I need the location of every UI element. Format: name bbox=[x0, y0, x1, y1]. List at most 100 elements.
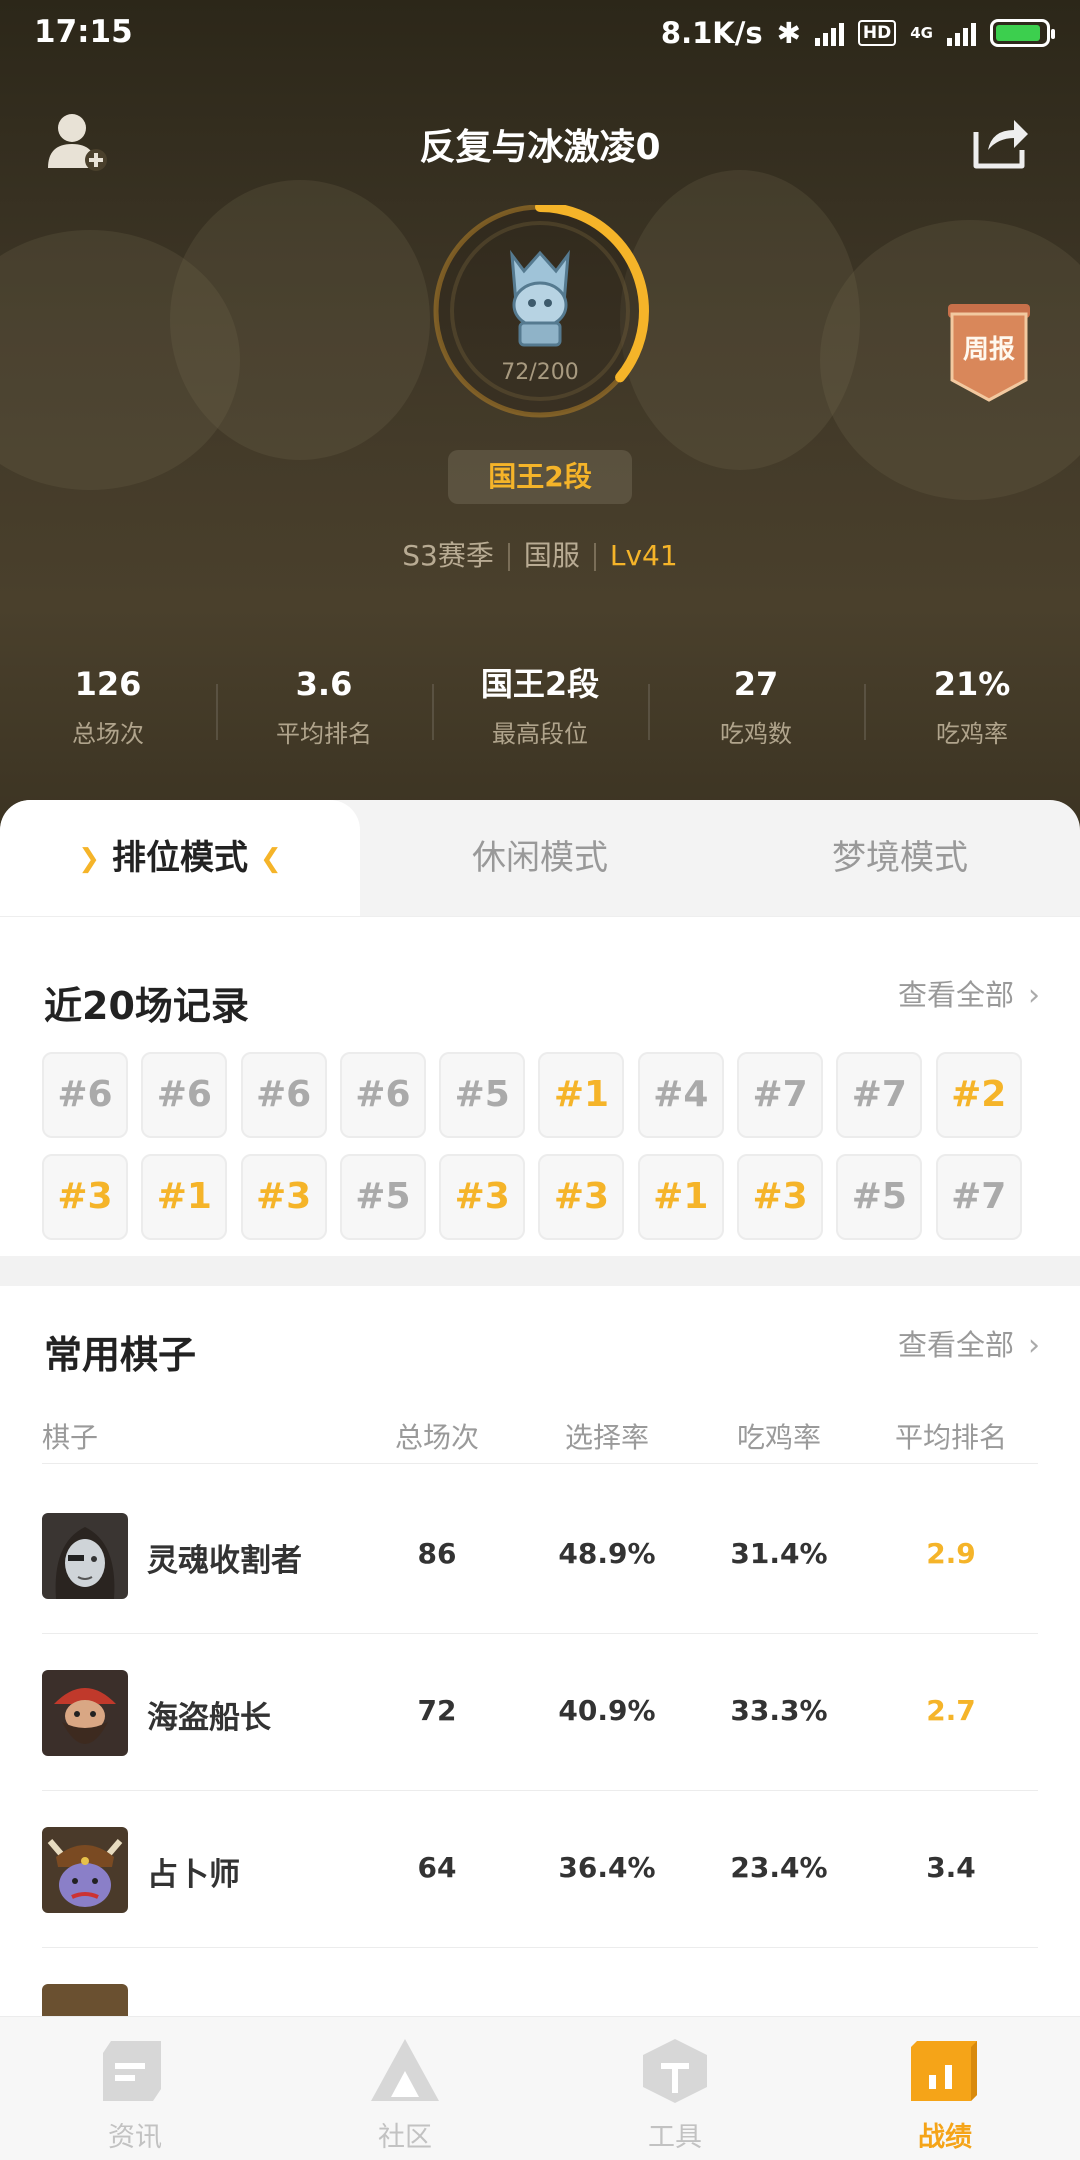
chevron-right-icon: › bbox=[1028, 1328, 1040, 1363]
hd-icon: HD bbox=[857, 20, 897, 46]
col-avg-rank: 平均排名 bbox=[894, 1421, 1007, 1454]
piece-avg-rank: 3.4 bbox=[926, 1851, 976, 1884]
piece-games: 64 bbox=[417, 1851, 457, 1884]
background-artwork bbox=[170, 180, 430, 460]
status-time: 17:15 bbox=[34, 14, 133, 50]
match-result[interactable]: #7 bbox=[935, 1154, 1022, 1240]
col-games: 总场次 bbox=[394, 1421, 479, 1454]
match-result[interactable]: #7 bbox=[836, 1052, 923, 1138]
network-speed: 8.1K/s bbox=[660, 16, 763, 50]
piece-win-rate: 33.3% bbox=[730, 1694, 828, 1727]
nav-item-community[interactable]: 社区 bbox=[270, 2017, 540, 2160]
piece-pick-rate: 36.4% bbox=[558, 1851, 656, 1884]
match-result[interactable]: #1 bbox=[637, 1154, 724, 1240]
piece-games: 72 bbox=[417, 1694, 457, 1727]
news-icon bbox=[103, 2041, 161, 2101]
stat-highest-tier: 国王2段 最高段位 bbox=[432, 662, 648, 762]
tab-dream[interactable]: 梦境模式 bbox=[720, 800, 1080, 916]
rank-progress-ring bbox=[431, 205, 649, 420]
piece-name: 灵魂收割者 bbox=[147, 1543, 302, 1579]
divider bbox=[507, 543, 510, 571]
match-result[interactable]: #7 bbox=[737, 1052, 824, 1138]
piece-avg-rank: 2.9 bbox=[926, 1537, 976, 1570]
signal-icon bbox=[814, 20, 844, 46]
tools-icon bbox=[643, 2039, 707, 2103]
share-icon[interactable] bbox=[970, 110, 1032, 172]
tab-ranked[interactable]: ❯ 排位模式 ❮ bbox=[0, 800, 360, 916]
piece-pick-rate: 48.9% bbox=[558, 1537, 656, 1570]
match-result[interactable]: #6 bbox=[240, 1052, 327, 1138]
tab-casual[interactable]: 休闲模式 bbox=[360, 800, 720, 916]
col-piece: 棋子 bbox=[42, 1421, 99, 1454]
piece-name: 占卜师 bbox=[147, 1857, 240, 1893]
table-row[interactable]: 灵魂收割者 86 48.9% 31.4% 2.9 bbox=[42, 1477, 1038, 1634]
match-result[interactable]: #3 bbox=[737, 1154, 824, 1240]
rank-title-badge: 国王2段 bbox=[448, 450, 632, 504]
table-header: 棋子 总场次 选择率 吃鸡率 平均排名 bbox=[42, 1416, 1038, 1464]
match-result[interactable]: #5 bbox=[339, 1154, 426, 1240]
common-pieces-title: 常用棋子 bbox=[44, 1333, 197, 1377]
season-label: S3赛季 bbox=[402, 539, 494, 572]
table-row[interactable]: 海盗船长 72 40.9% 33.3% 2.7 bbox=[42, 1634, 1038, 1791]
match-result[interactable]: #6 bbox=[42, 1052, 128, 1138]
level-label: Lv41 bbox=[609, 539, 678, 572]
match-result[interactable]: #3 bbox=[439, 1154, 526, 1240]
stat-avg-rank: 3.6 平均排名 bbox=[216, 662, 432, 762]
signal-icon bbox=[947, 20, 976, 46]
match-result[interactable]: #5 bbox=[439, 1052, 526, 1138]
weekly-report-label: 周报 bbox=[963, 334, 1015, 365]
status-icons: 8.1K/s ✱ HD 4G bbox=[660, 16, 1055, 50]
chevron-right-icon: › bbox=[1028, 978, 1040, 1013]
chevron-left-icon: ❮ bbox=[260, 844, 282, 874]
network-type: 4G bbox=[910, 24, 933, 42]
match-result[interactable]: #3 bbox=[42, 1154, 128, 1240]
weekly-report-button[interactable]: 周报 bbox=[944, 300, 1034, 404]
recent-results-grid: #6 #6 #6 #6 #5 #1 #4 #7 #7 #2 #3 #1 #3 #5 #3 #3 #1 #3 #5 #7 bbox=[42, 1052, 1042, 1240]
match-result[interactable]: #6 bbox=[339, 1052, 426, 1138]
match-result[interactable]: #3 bbox=[240, 1154, 327, 1240]
chevron-right-icon: ❯ bbox=[78, 844, 100, 874]
piece-win-rate: 31.4% bbox=[730, 1537, 828, 1570]
community-icon bbox=[371, 2039, 439, 2101]
col-win-rate: 吃鸡率 bbox=[736, 1421, 821, 1454]
piece-pick-rate: 40.9% bbox=[558, 1694, 656, 1727]
piece-avg-rank: 2.7 bbox=[926, 1694, 976, 1727]
stat-win-rate: 21% 吃鸡率 bbox=[864, 662, 1080, 762]
stats-icon bbox=[911, 2041, 977, 2101]
server-label: 国服 bbox=[523, 539, 580, 572]
battery-icon bbox=[990, 19, 1055, 47]
match-result[interactable]: #6 bbox=[141, 1052, 228, 1138]
status-bar: 17:15 8.1K/s ✱ HD 4G bbox=[0, 0, 1080, 70]
stat-wins: 27 吃鸡数 bbox=[648, 662, 864, 762]
player-name: 反复与冰激凌0 bbox=[419, 127, 661, 168]
nav-item-tools[interactable]: 工具 bbox=[540, 2017, 810, 2160]
pieces-view-all-link[interactable]: 查看全部 › bbox=[898, 1322, 1040, 1364]
match-result[interactable]: #5 bbox=[836, 1154, 923, 1240]
col-pick-rate: 选择率 bbox=[564, 1421, 649, 1454]
player-meta: S3赛季 国服 Lv41 bbox=[0, 534, 1080, 574]
piece-games: 86 bbox=[417, 1537, 457, 1570]
table-row[interactable]: 占卜师 64 36.4% 23.4% 3.4 bbox=[42, 1791, 1038, 1948]
nav-item-news[interactable]: 资讯 bbox=[0, 2017, 270, 2160]
profile-header: 17:15 8.1K/s ✱ HD 4G 反复与冰激凌0 72/200 国王2段… bbox=[0, 0, 1080, 840]
match-result[interactable]: #4 bbox=[637, 1052, 724, 1138]
piece-name: 海盗船长 bbox=[147, 1700, 271, 1736]
nav-item-stats[interactable]: 战绩 bbox=[810, 2017, 1080, 2160]
fortune-teller-avatar bbox=[42, 1827, 128, 1913]
recent-matches-title: 近20场记录 bbox=[44, 984, 249, 1028]
recent-matches-card: 近20场记录 查看全部 › #6 #6 #6 #6 #5 #1 #4 #7 #7 #2 #3 #1 #3 #… bbox=[0, 916, 1080, 1256]
match-result[interactable]: #1 bbox=[538, 1052, 625, 1138]
stat-total-games: 126 总场次 bbox=[72, 665, 144, 748]
summary-stats: 126 总场次 3.6 平均排名 国王2段 最高段位 27 吃鸡数 21% 吃鸡率 bbox=[0, 662, 1080, 762]
recent-view-all-link[interactable]: 查看全部 › bbox=[898, 972, 1040, 1014]
pirate-captain-avatar bbox=[42, 1670, 128, 1756]
match-result[interactable]: #1 bbox=[141, 1154, 228, 1240]
match-result[interactable]: #3 bbox=[538, 1154, 625, 1240]
soul-reaper-avatar bbox=[42, 1513, 128, 1599]
match-result[interactable]: #2 bbox=[935, 1052, 1022, 1138]
common-pieces-card: 常用棋子 查看全部 › 棋子 总场次 选择率 吃鸡率 平均排名 灵魂收割者 86 … bbox=[0, 1286, 1080, 2070]
bottom-navigation: 资讯 社区 工具 战绩 bbox=[0, 2016, 1080, 2160]
divider bbox=[593, 543, 596, 571]
bluetooth-icon: ✱ bbox=[776, 16, 801, 50]
mode-tabs: ❯ 排位模式 ❮ 休闲模式 梦境模式 bbox=[0, 800, 1080, 916]
